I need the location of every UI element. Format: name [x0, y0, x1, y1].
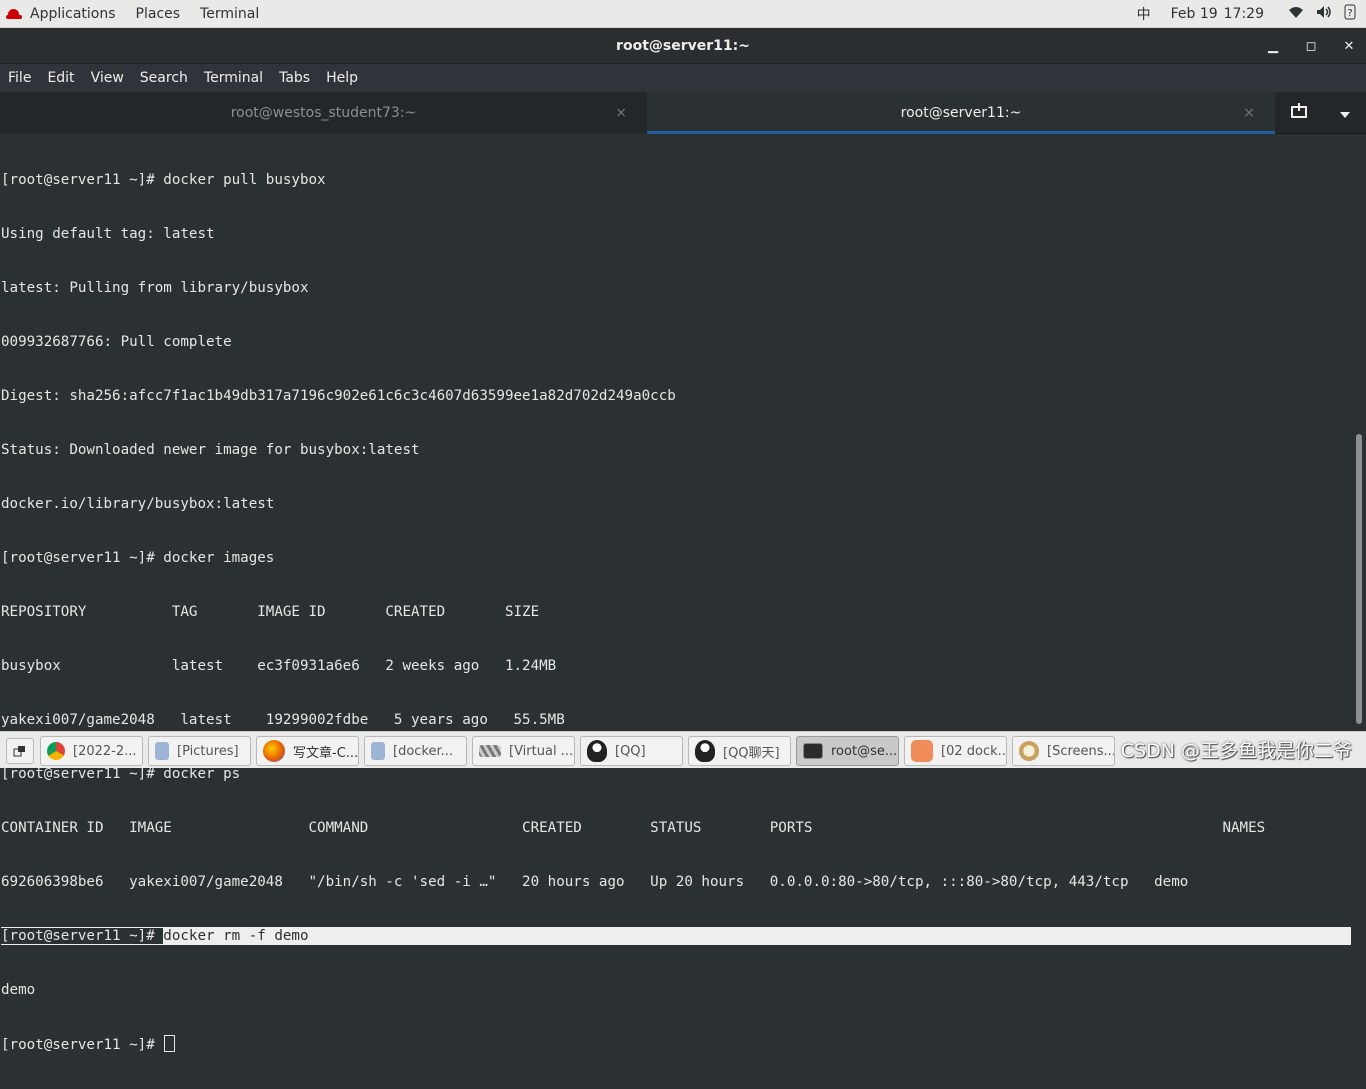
menu-help[interactable]: Help: [326, 70, 358, 86]
tab-server11[interactable]: root@server11:~ ×: [647, 92, 1275, 134]
taskbar-item-label: [Virtual ...: [509, 743, 574, 759]
menu-view[interactable]: View: [91, 70, 124, 86]
screenshot-icon: [1019, 741, 1039, 761]
wifi-icon[interactable]: [1288, 5, 1304, 23]
scrollbar-thumb[interactable]: [1356, 434, 1362, 724]
taskbar-item-label: [Screens...: [1047, 743, 1115, 759]
terminal-line: Status: Downloaded newer image for busyb…: [1, 442, 420, 458]
terminal-line: busybox latest ec3f0931a6e6 2 weeks ago …: [1, 658, 557, 674]
taskbar-item-docker-doc[interactable]: [docker...: [364, 736, 467, 766]
taskbar-item-presentation[interactable]: [02 dock...: [904, 736, 1007, 766]
places-menu[interactable]: Places: [136, 6, 181, 22]
taskbar-item-qq-chat[interactable]: [QQ聊天]: [688, 736, 791, 766]
taskbar-item-label: [Pictures]: [177, 743, 239, 759]
selected-command: docker rm -f demo: [163, 928, 309, 944]
terminal-window: root@server11:~ ▁ ◻ ✕ File Edit View Sea…: [0, 28, 1366, 1053]
chrome-icon: [47, 742, 65, 760]
taskbar: [2022-2... [Pictures] 写文章-C... [docker..…: [0, 731, 1366, 768]
terminal-line: 009932687766: Pull complete: [1, 334, 232, 350]
virt-manager-icon: [479, 745, 501, 757]
taskbar-item-label: [QQ]: [615, 743, 646, 759]
minimize-button[interactable]: ▁: [1266, 39, 1280, 54]
clock-time: 17:29: [1223, 6, 1264, 22]
taskbar-item-pictures[interactable]: [Pictures]: [148, 736, 251, 766]
tab-label: root@server11:~: [900, 105, 1022, 121]
presentation-icon: [911, 740, 933, 762]
terminal-line: yakexi007/game2048 latest 19299002fdbe 5…: [1, 712, 565, 728]
clock-date: Feb 19: [1170, 6, 1218, 22]
window-titlebar[interactable]: root@server11:~ ▁ ◻ ✕: [0, 28, 1366, 64]
taskbar-item-label: 写文章-C...: [293, 745, 359, 761]
menu-terminal[interactable]: Terminal: [204, 70, 263, 86]
clock[interactable]: Feb 19 17:29: [1171, 6, 1264, 22]
taskbar-item-qq[interactable]: [QQ]: [580, 736, 683, 766]
terminal-app-label: Terminal: [200, 6, 260, 22]
redhat-icon: [6, 7, 22, 21]
terminal-icon: [803, 743, 823, 759]
menu-edit[interactable]: Edit: [47, 70, 74, 86]
terminal-line: demo: [1, 982, 36, 998]
volume-icon[interactable]: [1316, 5, 1332, 23]
tab-close-button[interactable]: ×: [615, 105, 627, 121]
terminal-line: latest: Pulling from library/busybox: [1, 280, 309, 296]
document-icon: [371, 742, 385, 760]
tab-label: root@westos_student73:~: [230, 105, 417, 121]
taskbar-item-label: [02 dock...: [941, 743, 1007, 759]
input-method-indicator[interactable]: 中: [1137, 4, 1151, 24]
terminal-line: 692606398be6 yakexi007/game2048 "/bin/sh…: [1, 874, 1189, 890]
terminal-line: REPOSITORY TAG IMAGE ID CREATED SIZE: [1, 604, 540, 620]
maximize-button[interactable]: ◻: [1304, 39, 1318, 54]
prompt: [root@server11 ~]#: [1, 1037, 164, 1053]
taskbar-item-firefox[interactable]: 写文章-C...: [256, 736, 359, 766]
terminal-line: [root@server11 ~]# docker pull busybox: [1, 172, 326, 188]
tab-bar: root@westos_student73:~ × root@server11:…: [0, 92, 1366, 134]
menu-file[interactable]: File: [8, 70, 31, 86]
taskbar-item-chrome[interactable]: [2022-2...: [40, 736, 143, 766]
terminal-line: Using default tag: latest: [1, 226, 215, 242]
tab-menu-chevron-down-icon[interactable]: [1339, 104, 1351, 123]
svg-text:?: ?: [1347, 8, 1352, 19]
terminal-output[interactable]: [root@server11 ~]# docker pull busybox U…: [0, 134, 1352, 1053]
places-label: Places: [135, 6, 181, 22]
terminal-line: CONTAINER ID IMAGE COMMAND CREATED STATU…: [1, 820, 1266, 836]
close-button[interactable]: ✕: [1342, 39, 1356, 54]
applications-label: Applications: [30, 6, 116, 22]
taskbar-item-screenshot[interactable]: [Screens...: [1012, 736, 1115, 766]
taskbar-item-label: [QQ聊天]: [723, 745, 780, 761]
terminal-line: docker.io/library/busybox:latest: [1, 496, 275, 512]
tab-westos-student73[interactable]: root@westos_student73:~ ×: [0, 92, 647, 134]
top-panel: Applications Places Terminal 中 Feb 19 17…: [0, 0, 1366, 28]
firefox-icon: [263, 740, 285, 762]
csdn-watermark: CSDN @王多鱼我是你二爷: [1120, 740, 1352, 762]
text-cursor: [164, 1035, 176, 1052]
window-title: root@server11:~: [616, 37, 750, 54]
terminal-line: [root@server11 ~]# docker images: [1, 550, 275, 566]
taskbar-item-label: [2022-2...: [73, 743, 137, 759]
help-icon[interactable]: ?: [1344, 4, 1356, 24]
qq-penguin-icon: [695, 740, 715, 762]
taskbar-item-terminal[interactable]: root@se...: [796, 736, 899, 766]
qq-penguin-icon: [587, 740, 607, 762]
taskbar-item-label: [docker...: [393, 743, 454, 759]
current-prompt-line: [root@server11 ~]#: [1, 1035, 1352, 1053]
menu-search[interactable]: Search: [140, 70, 188, 86]
taskbar-item-virtual-machine[interactable]: [Virtual ...: [472, 736, 575, 766]
new-tab-icon[interactable]: [1290, 103, 1308, 123]
menu-tabs[interactable]: Tabs: [279, 70, 310, 86]
scrollbar[interactable]: [1352, 134, 1366, 731]
prompt: [root@server11 ~]#: [1, 928, 164, 944]
terminal-line: Digest: sha256:afcc7f1ac1b49db317a7196c9…: [1, 388, 676, 404]
file-manager-icon: [155, 742, 169, 760]
highlighted-command-line: [root@server11 ~]# docker rm -f demo: [1, 927, 1351, 945]
terminal-app-menu[interactable]: Terminal: [200, 6, 259, 22]
taskbar-item-label: root@se...: [831, 743, 898, 759]
show-desktop-button[interactable]: [6, 738, 34, 764]
applications-menu[interactable]: Applications: [6, 6, 116, 22]
tab-close-button[interactable]: ×: [1243, 105, 1255, 121]
menubar: File Edit View Search Terminal Tabs Help: [0, 64, 1366, 92]
